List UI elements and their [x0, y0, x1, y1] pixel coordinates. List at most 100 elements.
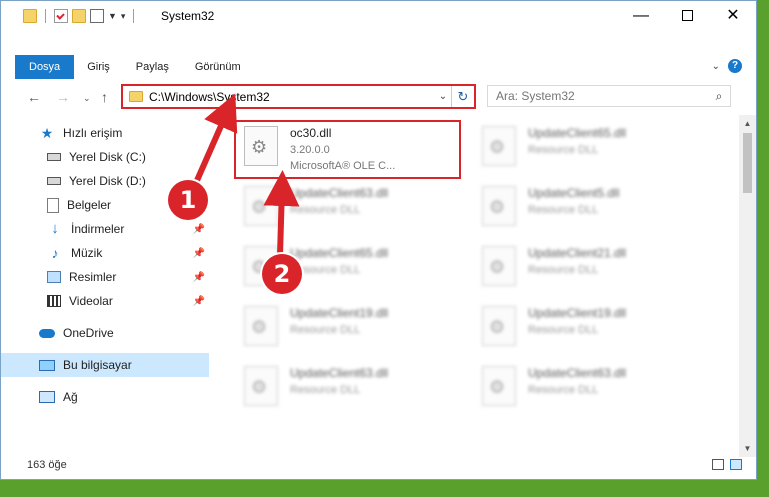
file-item[interactable]: UpdateClient63.dll Resource DLL — [474, 360, 694, 416]
cloud-icon — [39, 328, 55, 338]
step-2-badge: 2 — [262, 254, 302, 294]
tab-giris[interactable]: Giriş — [74, 55, 123, 79]
qat-customize-icon[interactable]: ▾ — [121, 11, 126, 22]
file-name: UpdateClient19.dll — [528, 306, 627, 320]
file-item[interactable]: UpdateClient63.dll Resource DLL — [236, 360, 456, 416]
file-item[interactable]: UpdateClient21.dll Resource DLL — [474, 240, 694, 296]
address-row: ← → ⌄ ↑ C:\Windows\System32 ⌄ ↻ ⌕ — [1, 81, 756, 113]
dll-file-icon — [482, 186, 516, 226]
sidebar-item-label: Videolar — [69, 294, 113, 308]
ribbon-tabs: Dosya Giriş Paylaş Görünüm — [15, 55, 254, 79]
sidebar-item-label: Belgeler — [67, 198, 112, 212]
help-icon[interactable]: ? — [728, 59, 742, 73]
tab-dosya[interactable]: Dosya — [15, 55, 75, 79]
file-description: Resource DLL — [528, 264, 599, 276]
file-name: UpdateClient63.dll — [290, 366, 389, 380]
file-item[interactable]: UpdateClient5.dll Resource DLL — [474, 180, 694, 236]
sidebar-item-label: Hızlı erişim — [63, 126, 123, 140]
file-description: Resource DLL — [290, 204, 361, 216]
dll-file-icon — [244, 306, 278, 346]
address-path[interactable]: C:\Windows\System32 — [149, 90, 435, 104]
sidebar-item-disk-c[interactable]: Yerel Disk (C:) — [47, 145, 209, 169]
toolbar-divider — [133, 9, 135, 23]
quick-access-toolbar: ▼ ▾ — [23, 9, 138, 23]
vertical-scrollbar[interactable]: ▲ ▼ — [739, 115, 756, 457]
sidebar-item-pictures[interactable]: Resimler 📌 — [47, 265, 209, 289]
pin-icon[interactable]: 📌 — [193, 248, 205, 259]
sidebar-item-quick-access[interactable]: ★ Hızlı erişim — [39, 121, 209, 145]
network-icon — [39, 391, 55, 403]
disk-icon — [47, 177, 61, 185]
maximize-button[interactable] — [664, 1, 710, 31]
sidebar-item-onedrive[interactable]: OneDrive — [39, 321, 209, 345]
documents-icon — [47, 197, 59, 213]
dll-file-icon — [482, 366, 516, 406]
sidebar-item-label: OneDrive — [63, 326, 114, 340]
search-box[interactable]: ⌕ — [487, 85, 731, 107]
file-item[interactable]: UpdateClient63.dll Resource DLL — [236, 180, 456, 236]
folder-icon — [129, 91, 143, 102]
view-toggle — [712, 459, 742, 470]
sidebar-item-this-pc[interactable]: Bu bilgisayar — [1, 353, 209, 377]
file-description: Resource DLL — [528, 324, 599, 336]
forward-button[interactable]: → — [56, 89, 70, 105]
qat-dropdown-icon[interactable]: ▼ — [108, 11, 117, 21]
pin-icon[interactable]: 📌 — [193, 272, 205, 283]
sidebar-item-label: İndirmeler — [71, 222, 125, 236]
properties-icon[interactable] — [90, 9, 104, 23]
sidebar-item-label: Ağ — [63, 390, 78, 404]
pin-icon[interactable]: 📌 — [193, 224, 205, 235]
file-item[interactable]: UpdateClient19.dll Resource DLL — [474, 300, 694, 356]
file-description: Resource DLL — [528, 204, 599, 216]
sidebar-item-music[interactable]: ♪ Müzik 📌 — [47, 241, 209, 265]
address-dropdown-icon[interactable]: ⌄ — [435, 91, 451, 102]
tab-paylas[interactable]: Paylaş — [123, 55, 182, 79]
file-description: Resource DLL — [528, 384, 599, 396]
expand-ribbon-icon[interactable]: ⌄ — [712, 61, 720, 72]
file-name: UpdateClient21.dll — [528, 246, 627, 260]
file-item[interactable]: UpdateClient19.dll Resource DLL — [236, 300, 456, 356]
scrollbar-thumb[interactable] — [743, 133, 752, 193]
folder-icon — [23, 9, 37, 23]
file-highlight-box — [234, 120, 461, 179]
properties-check-icon[interactable] — [54, 9, 68, 23]
recent-locations-button[interactable]: ⌄ — [83, 93, 91, 104]
sidebar-item-downloads[interactable]: ↓ İndirmeler 📌 — [47, 217, 209, 241]
minimize-button[interactable]: — — [618, 1, 664, 31]
refresh-button[interactable]: ↻ — [451, 86, 474, 107]
dll-file-icon — [482, 306, 516, 346]
file-description: Resource DLL — [528, 144, 599, 156]
file-item[interactable]: UpdateClient65.dll Resource DLL — [474, 120, 694, 176]
sidebar-item-label: Müzik — [71, 246, 103, 260]
sidebar-item-label: Resimler — [69, 270, 117, 284]
file-description: Resource DLL — [290, 384, 361, 396]
back-button[interactable]: ← — [27, 89, 41, 105]
navigation-pane: ★ Hızlı erişim Yerel Disk (C:) Yerel Dis… — [1, 119, 213, 453]
large-icons-view-icon[interactable] — [730, 459, 742, 470]
file-name: UpdateClient65.dll — [290, 246, 389, 260]
details-view-icon[interactable] — [712, 459, 724, 470]
pin-icon[interactable]: 📌 — [193, 296, 205, 307]
title-bar: ▼ ▾ System32 — ✕ — [1, 1, 756, 31]
file-name: UpdateClient65.dll — [528, 126, 627, 140]
new-folder-icon[interactable] — [72, 9, 86, 23]
search-input[interactable] — [488, 88, 708, 104]
address-bar[interactable]: C:\Windows\System32 ⌄ ↻ — [121, 84, 476, 109]
sidebar-item-label: Yerel Disk (D:) — [69, 174, 146, 188]
music-icon: ♪ — [51, 245, 59, 261]
ribbon-right-controls: ⌄ ? — [712, 59, 742, 73]
file-name: UpdateClient5.dll — [528, 186, 620, 200]
up-button[interactable]: ↑ — [101, 89, 108, 105]
search-icon[interactable]: ⌕ — [708, 89, 730, 104]
step-1-badge: 1 — [168, 180, 208, 220]
tab-gorunum[interactable]: Görünüm — [182, 55, 254, 79]
explorer-window: ▼ ▾ System32 — ✕ Dosya Giriş Paylaş Görü… — [0, 0, 757, 480]
maximize-icon — [681, 10, 693, 22]
video-icon — [47, 295, 61, 307]
close-button[interactable]: ✕ — [710, 1, 756, 31]
dll-file-icon — [482, 246, 516, 286]
scroll-up-icon[interactable]: ▲ — [739, 115, 756, 132]
status-bar: 163 öğe — [1, 455, 756, 479]
sidebar-item-network[interactable]: Ağ — [39, 385, 209, 409]
sidebar-item-videos[interactable]: Videolar 📌 — [47, 289, 209, 313]
